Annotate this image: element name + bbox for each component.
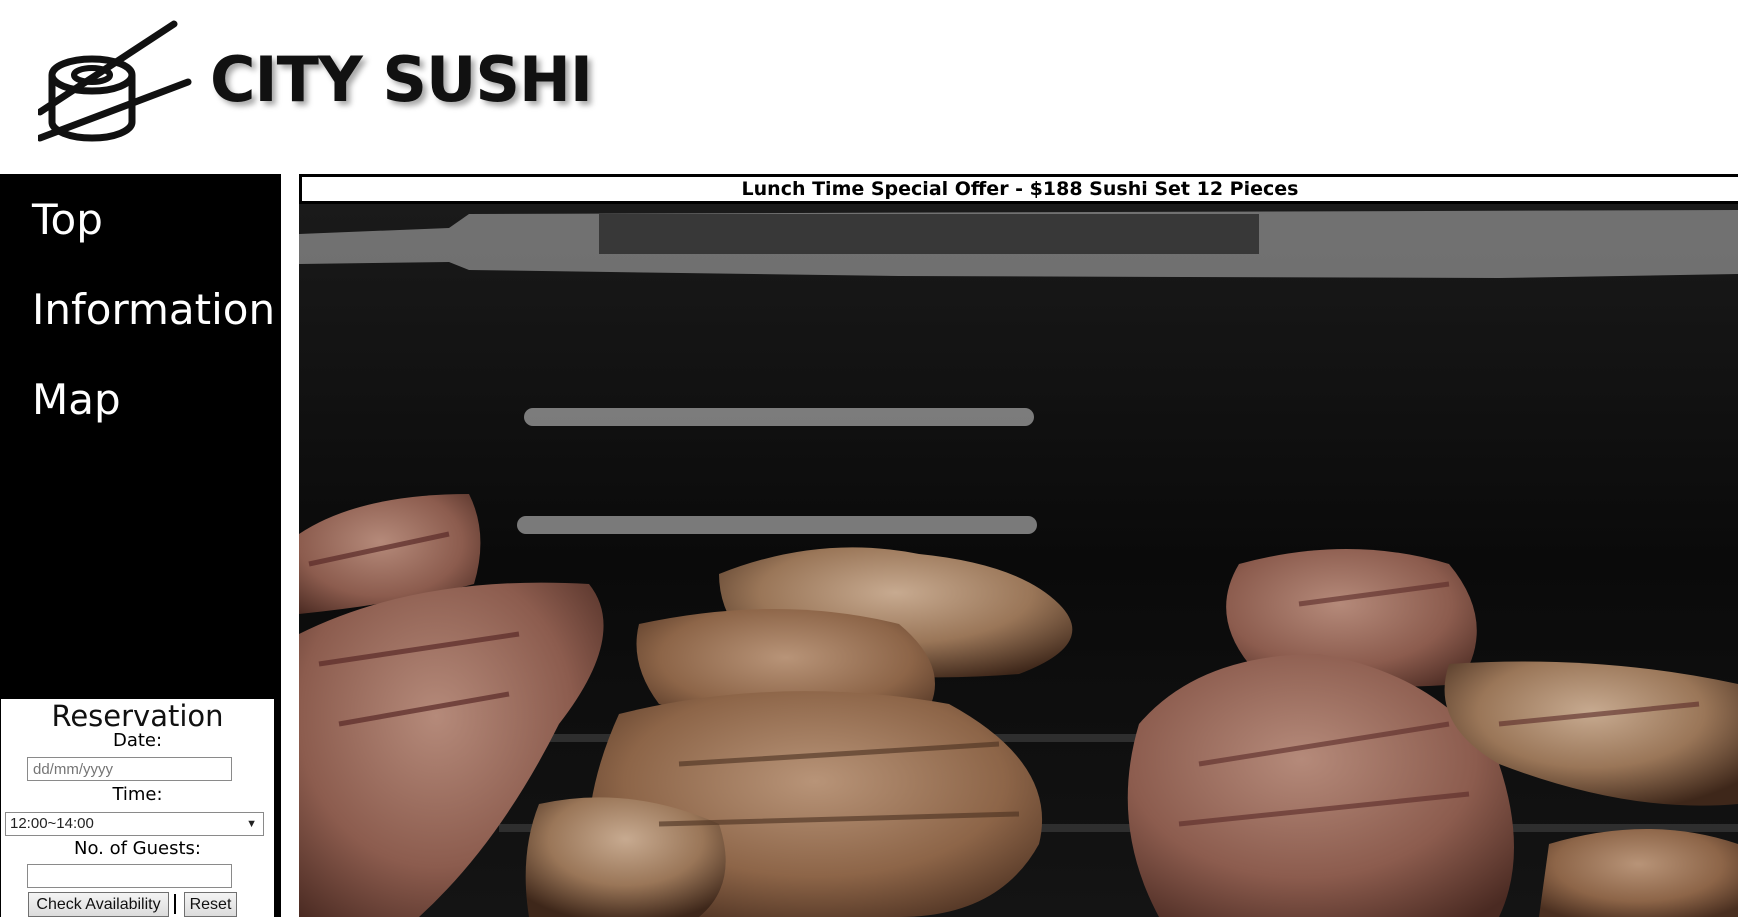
main-content: Lunch Time Special Offer - $188 Sushi Se… xyxy=(299,174,1738,917)
guests-input[interactable] xyxy=(27,864,232,888)
grilled-meat-photo xyxy=(299,204,1738,917)
time-label: Time: xyxy=(112,784,163,805)
reservation-title: Reservation xyxy=(51,699,224,733)
nav-item-information[interactable]: Information xyxy=(32,284,275,336)
reset-button[interactable]: Reset xyxy=(184,892,237,917)
nav-item-map[interactable]: Map xyxy=(32,374,121,426)
reservation-form: Reservation Date: Time: 12:00~14:00 ▼ No… xyxy=(1,699,274,922)
date-input[interactable] xyxy=(27,757,232,781)
nav-item-top[interactable]: Top xyxy=(32,194,103,246)
chevron-down-icon: ▼ xyxy=(246,818,257,830)
site-title[interactable]: CITY SUSHI xyxy=(210,40,593,120)
sushi-chopsticks-icon xyxy=(38,20,192,142)
sidebar: Top Information Map Reservation Date: Ti… xyxy=(0,174,281,922)
site-header: CITY SUSHI xyxy=(0,0,1738,174)
button-separator xyxy=(174,894,176,914)
special-offer-banner: Lunch Time Special Offer - $188 Sushi Se… xyxy=(299,174,1738,204)
grill-illustration xyxy=(299,204,1738,917)
time-select-value: 12:00~14:00 xyxy=(10,815,94,832)
time-select[interactable]: 12:00~14:00 ▼ xyxy=(5,812,264,836)
check-availability-button[interactable]: Check Availability xyxy=(28,892,169,917)
date-label: Date: xyxy=(112,730,163,751)
guests-label: No. of Guests: xyxy=(74,838,201,859)
